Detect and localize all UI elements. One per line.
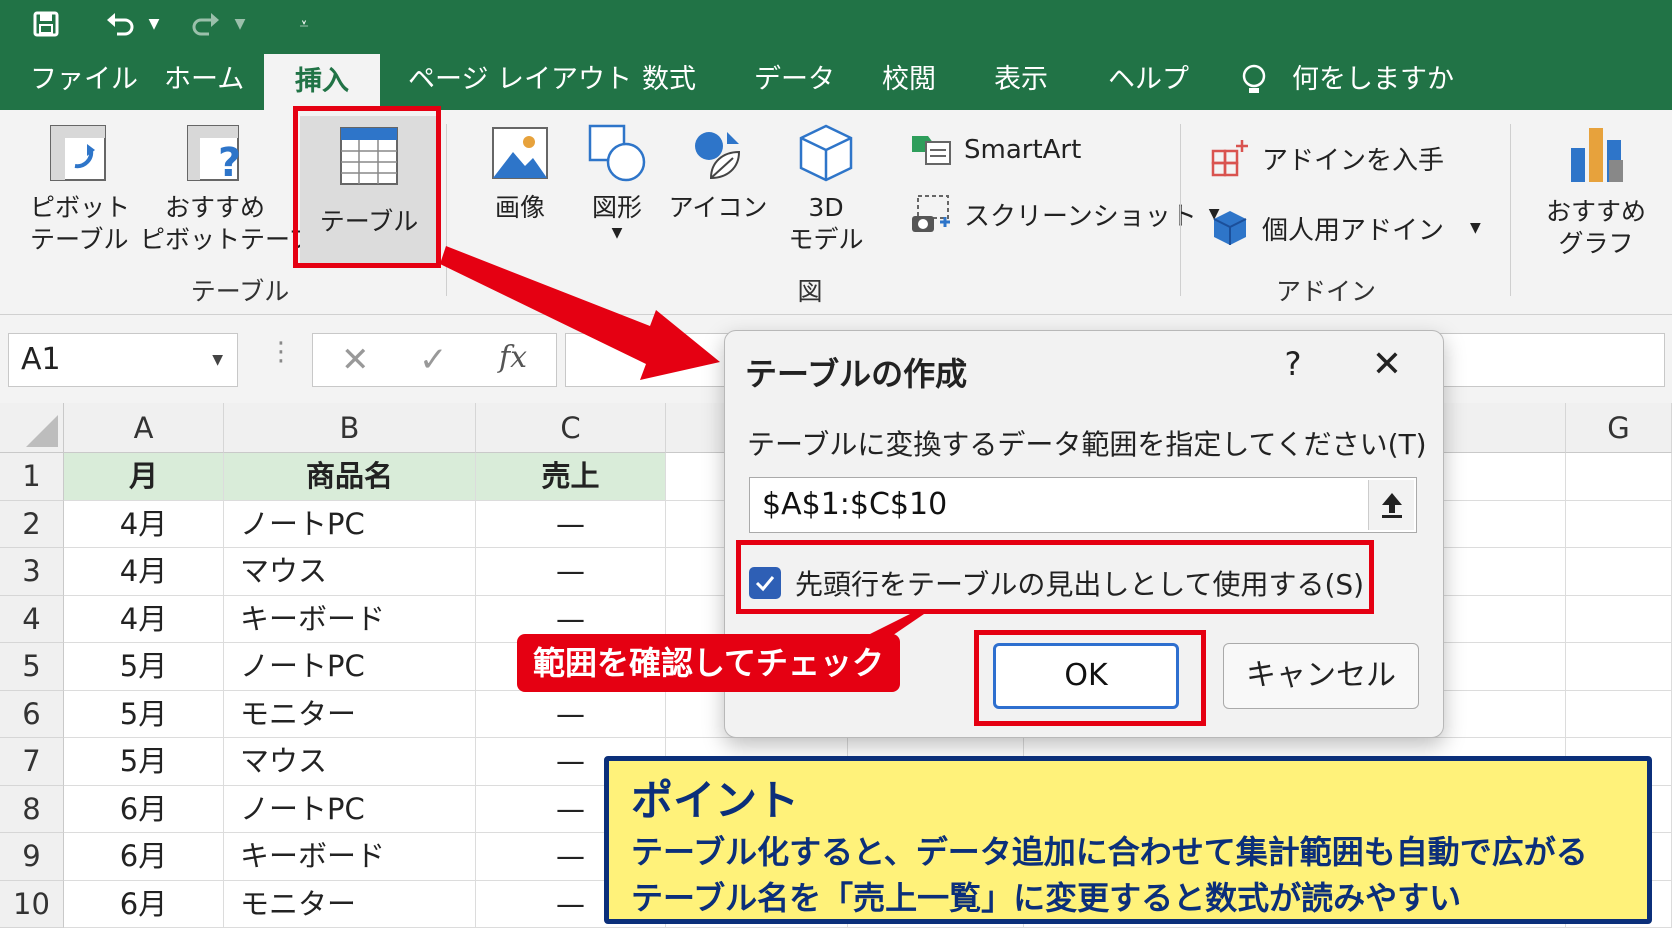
excel-window: ▼ ▼ ⩡ ファイル ホーム 挿入 ページ レイアウト 数式 データ 校閲 表示… (0, 0, 1672, 941)
point-title: ポイント (631, 776, 800, 825)
callout-check-range: 範囲を確認してチェック (517, 634, 901, 692)
point-note: ポイント テーブル化すると、データ追加に合わせて集計範囲も自動で広がる テーブル… (604, 756, 1652, 924)
point-line-1: テーブル化すると、データ追加に合わせて集計範囲も自動で広がる (631, 833, 1588, 871)
point-line-2: テーブル名を「売上一覧」に変更すると数式が読みやすい (631, 879, 1462, 917)
